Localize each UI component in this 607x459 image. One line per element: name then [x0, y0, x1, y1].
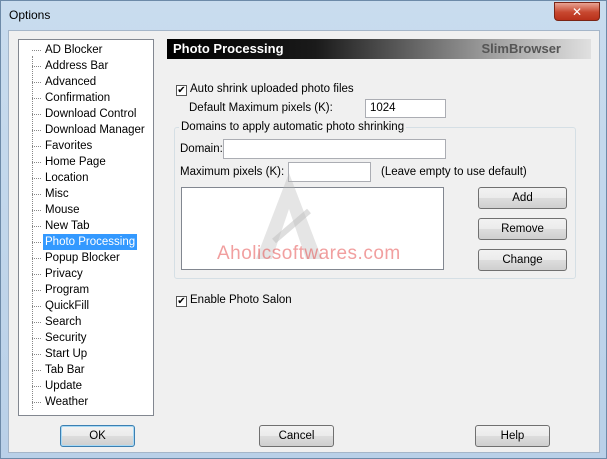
- sidebar-item-security[interactable]: Security: [19, 330, 153, 346]
- auto-shrink-label[interactable]: Auto shrink uploaded photo files: [190, 83, 354, 95]
- sidebar-item-weather[interactable]: Weather: [19, 394, 153, 410]
- sidebar-item-confirmation[interactable]: Confirmation: [19, 90, 153, 106]
- domain-label: Domain:: [180, 143, 223, 155]
- sidebar-item-program[interactable]: Program: [19, 282, 153, 298]
- sidebar-item-label: Photo Processing: [43, 234, 138, 250]
- sidebar-item-home-page[interactable]: Home Page: [19, 154, 153, 170]
- sidebar-item-label: AD Blocker: [45, 44, 103, 56]
- sidebar-item-label: QuickFill: [45, 300, 90, 312]
- tree-branch-line: [32, 66, 41, 67]
- sidebar-item-label: Popup Blocker: [45, 252, 120, 264]
- sidebar-item-label: Home Page: [45, 156, 106, 168]
- photo-salon-checkbox[interactable]: ✔: [176, 296, 187, 307]
- domain-input[interactable]: [223, 139, 446, 159]
- sidebar-item-address-bar[interactable]: Address Bar: [19, 58, 153, 74]
- panel-title: Photo Processing: [173, 41, 284, 56]
- sidebar-item-advanced[interactable]: Advanced: [19, 74, 153, 90]
- tree-branch-line: [32, 210, 41, 211]
- help-button[interactable]: Help: [475, 425, 550, 447]
- sidebar-item-label: Confirmation: [45, 92, 111, 104]
- photo-salon-label[interactable]: Enable Photo Salon: [190, 294, 292, 306]
- sidebar-item-label: Search: [45, 316, 82, 328]
- remove-button[interactable]: Remove: [478, 218, 567, 240]
- sidebar-item-privacy[interactable]: Privacy: [19, 266, 153, 282]
- sidebar-item-photo-processing[interactable]: Photo Processing: [19, 234, 153, 250]
- tree-branch-line: [32, 258, 41, 259]
- title-bar[interactable]: Options ✕: [1, 1, 606, 29]
- sidebar-item-download-control[interactable]: Download Control: [19, 106, 153, 122]
- sidebar-item-start-up[interactable]: Start Up: [19, 346, 153, 362]
- tree-branch-line: [32, 50, 41, 51]
- sidebar-item-ad-blocker[interactable]: AD Blocker: [19, 42, 153, 58]
- options-window: Options ✕ AD Blocker Address Bar Advanced C…: [0, 0, 607, 459]
- close-icon: ✕: [571, 5, 583, 19]
- sidebar-item-location[interactable]: Location: [19, 170, 153, 186]
- close-button[interactable]: ✕: [554, 2, 600, 21]
- domains-group-title: Domains to apply automatic photo shrinki…: [179, 121, 407, 133]
- max-pixels-hint: (Leave empty to use default): [381, 166, 527, 178]
- sidebar-item-label: Mouse: [45, 204, 80, 216]
- default-max-label: Default Maximum pixels (K):: [189, 102, 333, 114]
- sidebar-item-favorites[interactable]: Favorites: [19, 138, 153, 154]
- auto-shrink-checkbox[interactable]: ✔: [176, 85, 187, 96]
- tree-branch-line: [32, 354, 41, 355]
- tree-branch-line: [32, 322, 41, 323]
- tree-branch-line: [32, 82, 41, 83]
- category-tree[interactable]: AD Blocker Address Bar Advanced Confirmatio…: [18, 39, 154, 416]
- checkmark-icon: ✔: [177, 85, 186, 96]
- tree-branch-line: [32, 306, 41, 307]
- tree-branch-line: [32, 290, 41, 291]
- sidebar-item-label: Tab Bar: [45, 364, 85, 376]
- tree-branch-line: [32, 130, 41, 131]
- tree-branch-line: [32, 402, 41, 403]
- checkmark-icon: ✔: [177, 296, 186, 307]
- tree-branch-line: [32, 274, 41, 275]
- sidebar-item-popup-blocker[interactable]: Popup Blocker: [19, 250, 153, 266]
- sidebar-item-update[interactable]: Update: [19, 378, 153, 394]
- sidebar-item-label: Address Bar: [45, 60, 109, 72]
- sidebar-item-label: Favorites: [45, 140, 93, 152]
- tree-branch-line: [32, 242, 41, 243]
- tree-branch-line: [32, 194, 41, 195]
- change-button[interactable]: Change: [478, 249, 567, 271]
- tree-branch-line: [32, 98, 41, 99]
- sidebar-item-mouse[interactable]: Mouse: [19, 202, 153, 218]
- tree-branch-line: [32, 162, 41, 163]
- sidebar-item-tab-bar[interactable]: Tab Bar: [19, 362, 153, 378]
- sidebar-item-label: Location: [45, 172, 89, 184]
- tree-branch-line: [32, 178, 41, 179]
- tree-branch-line: [32, 386, 41, 387]
- sidebar-item-label: Security: [45, 332, 87, 344]
- sidebar-item-label: Weather: [45, 396, 89, 408]
- sidebar-item-label: Misc: [45, 188, 69, 200]
- tree-branch-line: [32, 370, 41, 371]
- tree-branch-line: [32, 338, 41, 339]
- sidebar-item-download-manager[interactable]: Download Manager: [19, 122, 153, 138]
- default-max-input[interactable]: 1024: [365, 99, 446, 118]
- tree-branch-line: [32, 114, 41, 115]
- ok-button[interactable]: OK: [60, 425, 135, 447]
- sidebar-item-label: Download Control: [45, 108, 137, 120]
- tree-branch-line: [32, 146, 41, 147]
- brand-label: SlimBrowser: [481, 41, 561, 56]
- tree-branch-line: [32, 226, 41, 227]
- sidebar-item-label: Start Up: [45, 348, 88, 360]
- sidebar-item-label: New Tab: [45, 220, 90, 232]
- panel-header: Photo Processing SlimBrowser: [167, 39, 591, 59]
- sidebar-item-label: Program: [45, 284, 90, 296]
- add-button[interactable]: Add: [478, 187, 567, 209]
- sidebar-item-label: Privacy: [45, 268, 83, 280]
- watermark-text: Aholicsoftwares.com: [217, 243, 401, 264]
- sidebar-item-label: Download Manager: [45, 124, 145, 136]
- cancel-button[interactable]: Cancel: [259, 425, 334, 447]
- sidebar-item-label: Advanced: [45, 76, 97, 88]
- window-title: Options: [9, 8, 51, 22]
- sidebar-item-quickfill[interactable]: QuickFill: [19, 298, 153, 314]
- client-area: AD Blocker Address Bar Advanced Confirmatio…: [8, 30, 600, 453]
- sidebar-item-search[interactable]: Search: [19, 314, 153, 330]
- sidebar-item-new-tab[interactable]: New Tab: [19, 218, 153, 234]
- sidebar-item-misc[interactable]: Misc: [19, 186, 153, 202]
- sidebar-item-label: Update: [45, 380, 83, 392]
